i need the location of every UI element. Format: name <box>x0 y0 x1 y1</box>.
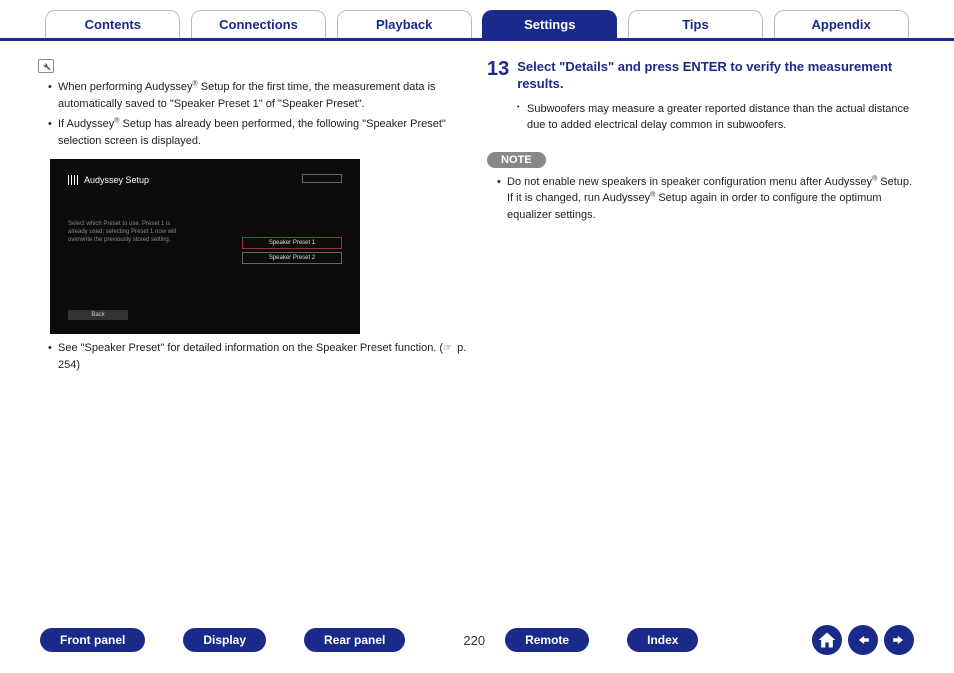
tab-appendix[interactable]: Appendix <box>774 10 909 38</box>
index-button[interactable]: Index <box>627 628 698 652</box>
top-tabs: Contents Connections Playback Settings T… <box>0 0 954 41</box>
content: When performing Audyssey® Setup for the … <box>0 41 954 377</box>
text: See "Speaker Preset" for detailed inform… <box>58 342 443 354</box>
rear-panel-button[interactable]: Rear panel <box>304 628 405 652</box>
step-13: 13 Select "Details" and press ENTER to v… <box>487 59 916 93</box>
reference-icon: ☞ <box>443 343 452 354</box>
preset-1-button: Speaker Preset 1 <box>242 237 342 249</box>
text: When performing Audyssey <box>58 81 193 93</box>
note-list: Do not enable new speakers in speaker co… <box>487 174 916 224</box>
tab-contents[interactable]: Contents <box>45 10 180 38</box>
step-detail-list: Subwoofers may measure a greater reporte… <box>487 101 916 134</box>
note-label: NOTE <box>487 152 546 168</box>
ss-desc: Select which Preset to use. Preset 1 is … <box>68 221 188 244</box>
info-item-1: When performing Audyssey® Setup for the … <box>48 79 467 112</box>
prev-page-button[interactable] <box>848 625 878 655</box>
wrench-icon <box>38 59 54 73</box>
page-number: 220 <box>463 633 485 648</box>
text: Do not enable new speakers in speaker co… <box>507 176 872 188</box>
step-detail-item: Subwoofers may measure a greater reporte… <box>517 101 916 134</box>
footnote-list: See "Speaker Preset" for detailed inform… <box>38 340 467 373</box>
tab-settings[interactable]: Settings <box>482 10 617 38</box>
step-title: Select "Details" and press ENTER to veri… <box>517 59 916 93</box>
info-item-2: If Audyssey® Setup has already been perf… <box>48 116 467 149</box>
preset-2-button: Speaker Preset 2 <box>242 252 342 264</box>
ss-presets: Speaker Preset 1 Speaker Preset 2 <box>242 237 342 267</box>
info-list: When performing Audyssey® Setup for the … <box>38 79 467 149</box>
column-left: When performing Audyssey® Setup for the … <box>38 59 467 377</box>
front-panel-button[interactable]: Front panel <box>40 628 145 652</box>
footnote: See "Speaker Preset" for detailed inform… <box>48 340 467 373</box>
next-page-button[interactable] <box>884 625 914 655</box>
embedded-screenshot: Audyssey Setup Select which Preset to us… <box>50 159 360 334</box>
step-number: 13 <box>487 59 509 93</box>
tab-playback[interactable]: Playback <box>337 10 472 38</box>
audyssey-badge <box>302 174 342 183</box>
column-right: 13 Select "Details" and press ENTER to v… <box>487 59 916 377</box>
ss-title-text: Audyssey Setup <box>84 175 149 185</box>
tab-connections[interactable]: Connections <box>191 10 326 38</box>
eq-icon <box>68 175 78 185</box>
note-item: Do not enable new speakers in speaker co… <box>497 174 916 224</box>
text: If Audyssey <box>58 118 114 130</box>
remote-button[interactable]: Remote <box>505 628 589 652</box>
nav-icons <box>812 625 914 655</box>
ss-back-button: Back <box>68 310 128 320</box>
ss-title: Audyssey Setup <box>68 175 342 185</box>
display-button[interactable]: Display <box>183 628 266 652</box>
tab-tips[interactable]: Tips <box>628 10 763 38</box>
footer: Front panel Display Rear panel 220 Remot… <box>0 625 954 655</box>
home-button[interactable] <box>812 625 842 655</box>
